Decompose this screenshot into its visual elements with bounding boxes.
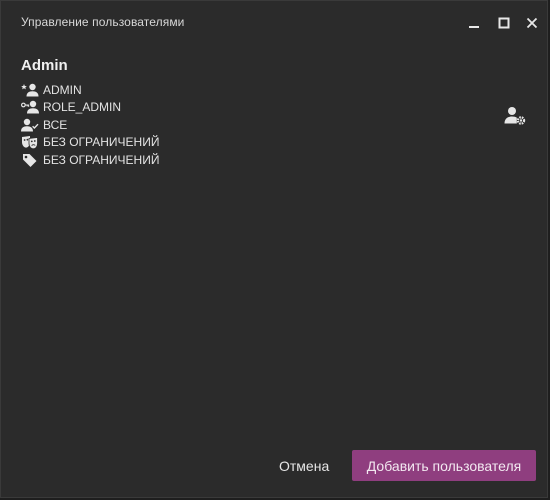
user-role-row: ROLE_ADMIN xyxy=(21,99,441,117)
user-settings-button[interactable] xyxy=(503,105,527,127)
minimize-icon xyxy=(469,26,479,28)
user-restriction-row: БЕЗ ОГРАНИЧЕНИЙ xyxy=(21,134,441,152)
maximize-icon xyxy=(498,17,510,29)
user-role-text: ROLE_ADMIN xyxy=(43,100,122,115)
title-bar: Управление пользователями xyxy=(1,1,547,45)
maximize-button[interactable] xyxy=(496,15,512,31)
person-star-icon xyxy=(21,83,39,97)
close-button[interactable] xyxy=(524,15,540,31)
user-settings-icon xyxy=(504,107,526,125)
dialog-footer: Отмена Добавить пользователя xyxy=(1,437,547,497)
user-restriction-text: БЕЗ ОГРАНИЧЕНИЙ xyxy=(43,135,160,150)
person-check-icon xyxy=(21,118,39,132)
user-card: Admin ADMIN ROLE_ADMIN ВСЕ БЕЗ ОГРАНИЧЕН… xyxy=(21,57,441,169)
user-login-row: ADMIN xyxy=(21,81,441,99)
masks-icon xyxy=(21,135,39,150)
user-access-row: ВСЕ xyxy=(21,116,441,134)
close-icon xyxy=(526,17,538,29)
user-access-text: ВСЕ xyxy=(43,117,68,132)
user-name: Admin xyxy=(21,57,68,74)
cancel-button[interactable]: Отмена xyxy=(273,451,335,481)
user-login-text: ADMIN xyxy=(43,82,82,97)
add-user-button[interactable]: Добавить пользователя xyxy=(352,450,536,481)
window-title: Управление пользователями xyxy=(21,15,185,29)
user-management-dialog: Управление пользователями Admin ADMIN RO… xyxy=(0,0,548,498)
minimize-button[interactable] xyxy=(466,15,482,31)
user-tags-text: БЕЗ ОГРАНИЧЕНИЙ xyxy=(43,152,160,167)
tag-icon xyxy=(21,153,39,167)
person-key-icon xyxy=(21,100,39,114)
user-tags-row: БЕЗ ОГРАНИЧЕНИЙ xyxy=(21,151,441,169)
